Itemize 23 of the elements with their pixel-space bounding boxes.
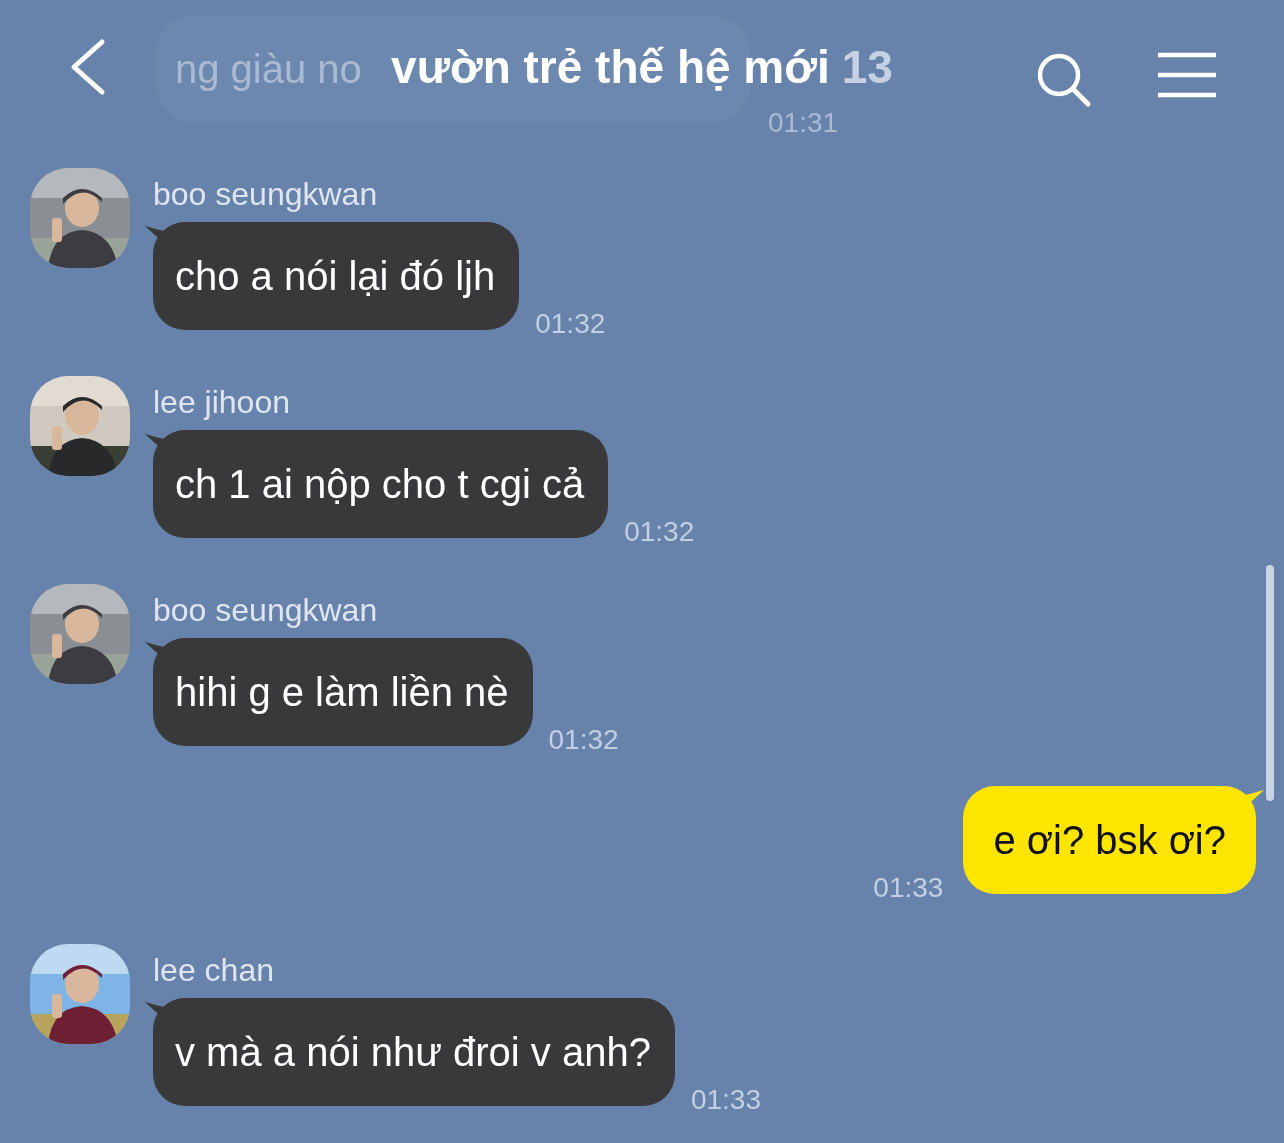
message-time: 01:33: [873, 872, 944, 904]
sender-name: lee jihoon: [153, 383, 290, 422]
message-time: 01:32: [535, 308, 606, 340]
message-time: 01:32: [624, 516, 695, 548]
search-icon: [1036, 52, 1092, 108]
sender-name: boo seungkwan: [153, 175, 378, 214]
message-time: 01:32: [548, 724, 619, 756]
menu-icon: [1156, 52, 1218, 98]
message-bubble: e ơi? bsk ơi?: [963, 786, 1256, 894]
chat-title: vườn trẻ thế hệ mới: [391, 40, 830, 94]
message-time: 01:33: [690, 1084, 761, 1116]
message-bubble: cho a nói lại đó ljh: [153, 222, 520, 330]
menu-button[interactable]: [1156, 52, 1218, 98]
message-bubble: hihi g e làm liền nè: [153, 638, 533, 746]
message-bubble: v mà a nói như đroi v anh?: [153, 998, 675, 1106]
search-button[interactable]: [1036, 52, 1092, 108]
message-time: 01:31: [768, 107, 840, 139]
sender-name: lee chan: [153, 951, 274, 990]
message-text: ng giàu no: [175, 46, 362, 92]
message-bubble: ch 1 ai nộp cho t cgi cả: [153, 430, 609, 538]
sender-name: boo seungkwan: [153, 591, 378, 630]
scrollbar[interactable]: [1266, 565, 1274, 801]
member-count: 13: [841, 40, 893, 94]
